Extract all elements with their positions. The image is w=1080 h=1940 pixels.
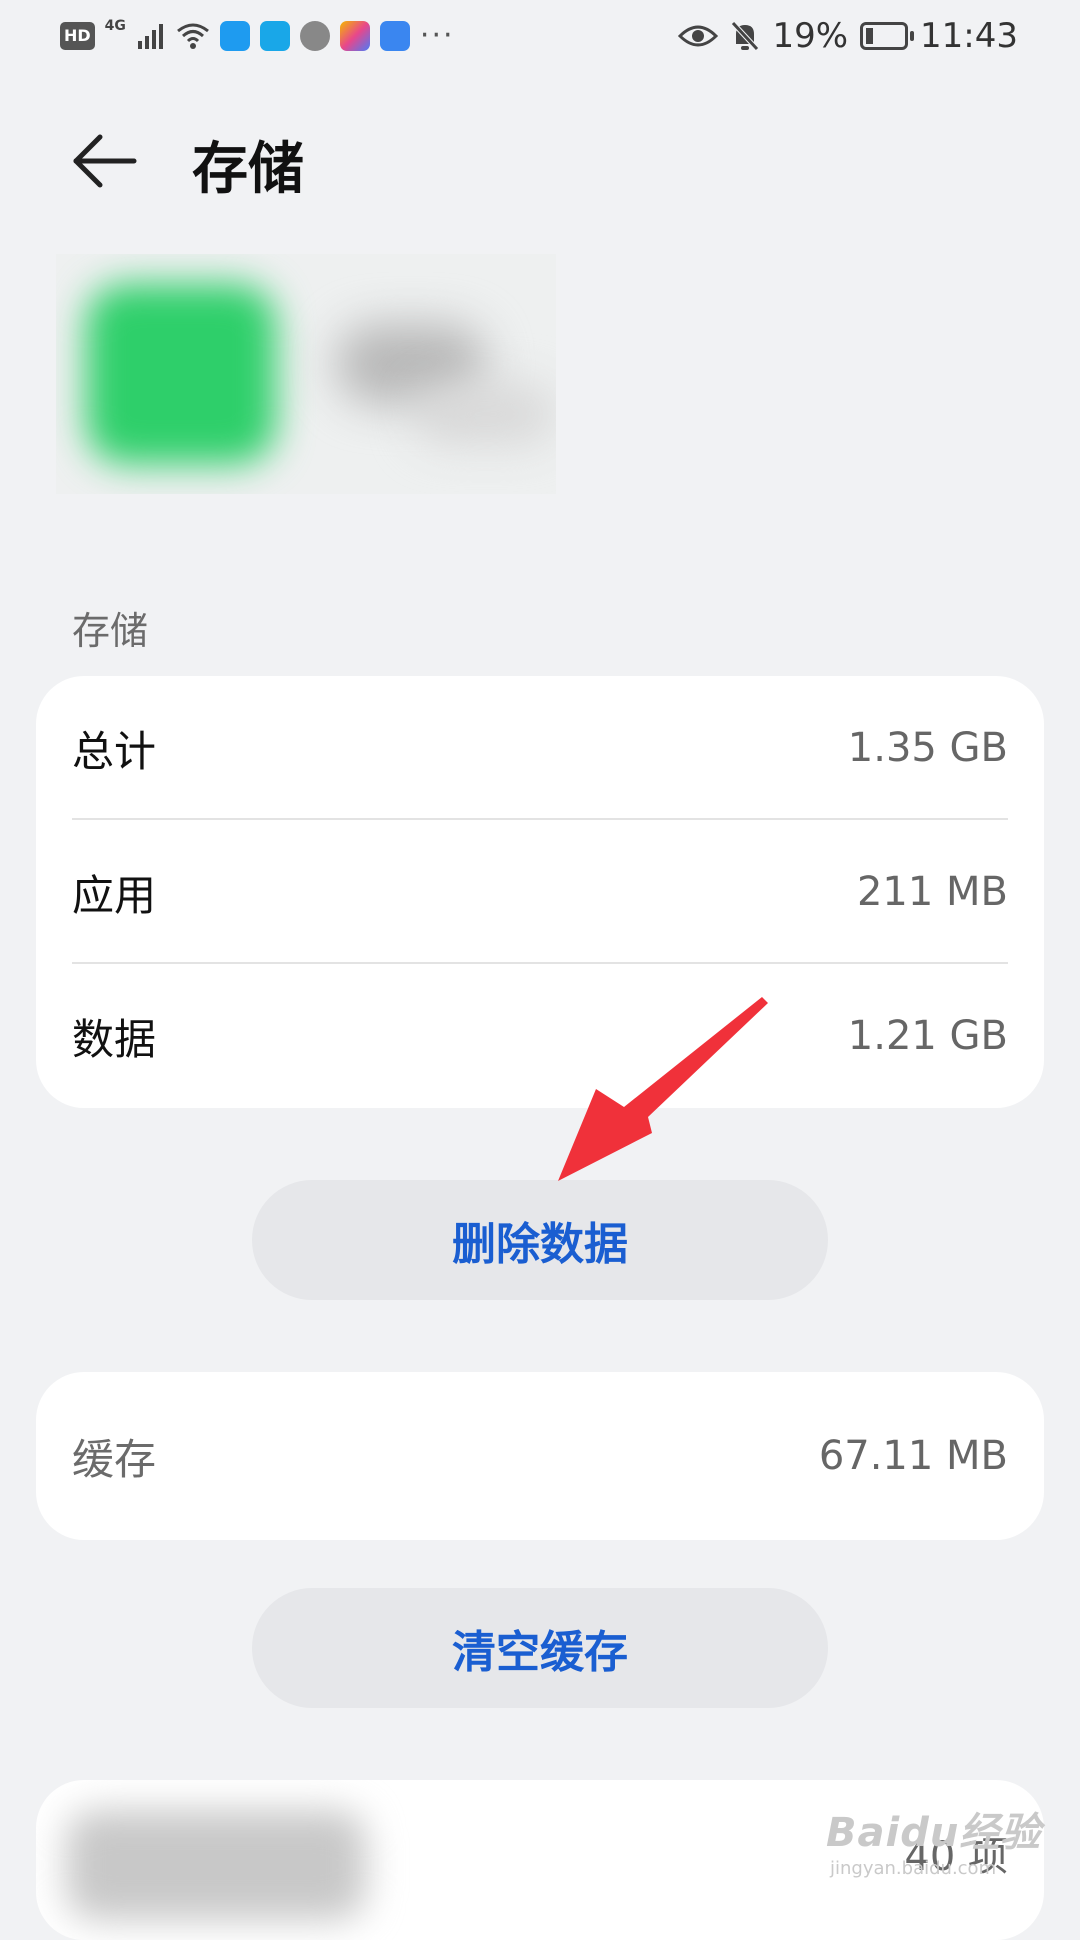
clear-cache-button[interactable]: 清空缓存 — [252, 1588, 828, 1708]
storage-section-label: 存储 — [72, 609, 149, 653]
row-label: 应用 — [72, 870, 157, 920]
globe-app-icon — [299, 20, 330, 51]
signal-type: 4G — [104, 18, 126, 34]
storage-row-app: 应用 211 MB — [36, 820, 1044, 964]
wifi-icon — [176, 23, 209, 49]
row-label: 数据 — [72, 1014, 157, 1064]
status-bar: HD 4G ··· 19% 11:43 — [0, 0, 1080, 76]
watermark-url: jingyan.baidu.com — [830, 1858, 997, 1879]
app-icon — [86, 284, 276, 464]
bottom-row-label-blurred — [66, 1810, 366, 1920]
search-app-icon — [219, 20, 250, 51]
more-notifications-icon: ··· — [419, 18, 455, 53]
row-value: 1.21 GB — [847, 1013, 1008, 1059]
eye-icon — [678, 25, 719, 47]
browser-app-icon — [259, 20, 290, 51]
signal-icon — [137, 23, 163, 49]
status-left: HD 4G ··· — [60, 18, 455, 53]
delete-data-button[interactable]: 删除数据 — [252, 1180, 828, 1300]
hd-badge: HD — [60, 21, 95, 50]
paint-app-icon — [339, 20, 370, 51]
cache-card: 缓存 67.11 MB — [36, 1372, 1044, 1540]
app-info-banner — [56, 254, 556, 494]
cache-label: 缓存 — [72, 1434, 157, 1484]
battery-fill — [866, 28, 874, 44]
battery-icon — [860, 22, 915, 50]
clock: 11:43 — [920, 16, 1018, 56]
back-arrow-icon[interactable] — [70, 126, 140, 196]
cache-row: 缓存 67.11 MB — [36, 1372, 1044, 1540]
row-label: 总计 — [72, 726, 157, 776]
page-title: 存储 — [192, 137, 304, 202]
battery-percent: 19% — [772, 16, 849, 56]
mute-bell-icon — [731, 21, 760, 51]
cache-value: 67.11 MB — [818, 1433, 1008, 1479]
status-right: 19% 11:43 — [678, 16, 1018, 56]
row-value: 1.35 GB — [847, 725, 1008, 771]
annotation-arrow-icon — [558, 997, 768, 1181]
row-value: 211 MB — [856, 869, 1008, 915]
storage-row-total: 总计 1.35 GB — [36, 676, 1044, 820]
watermark-text: Baidu经验 — [826, 1810, 1042, 1856]
cloud-app-icon — [379, 20, 410, 51]
app-version-blurred — [416, 384, 556, 444]
